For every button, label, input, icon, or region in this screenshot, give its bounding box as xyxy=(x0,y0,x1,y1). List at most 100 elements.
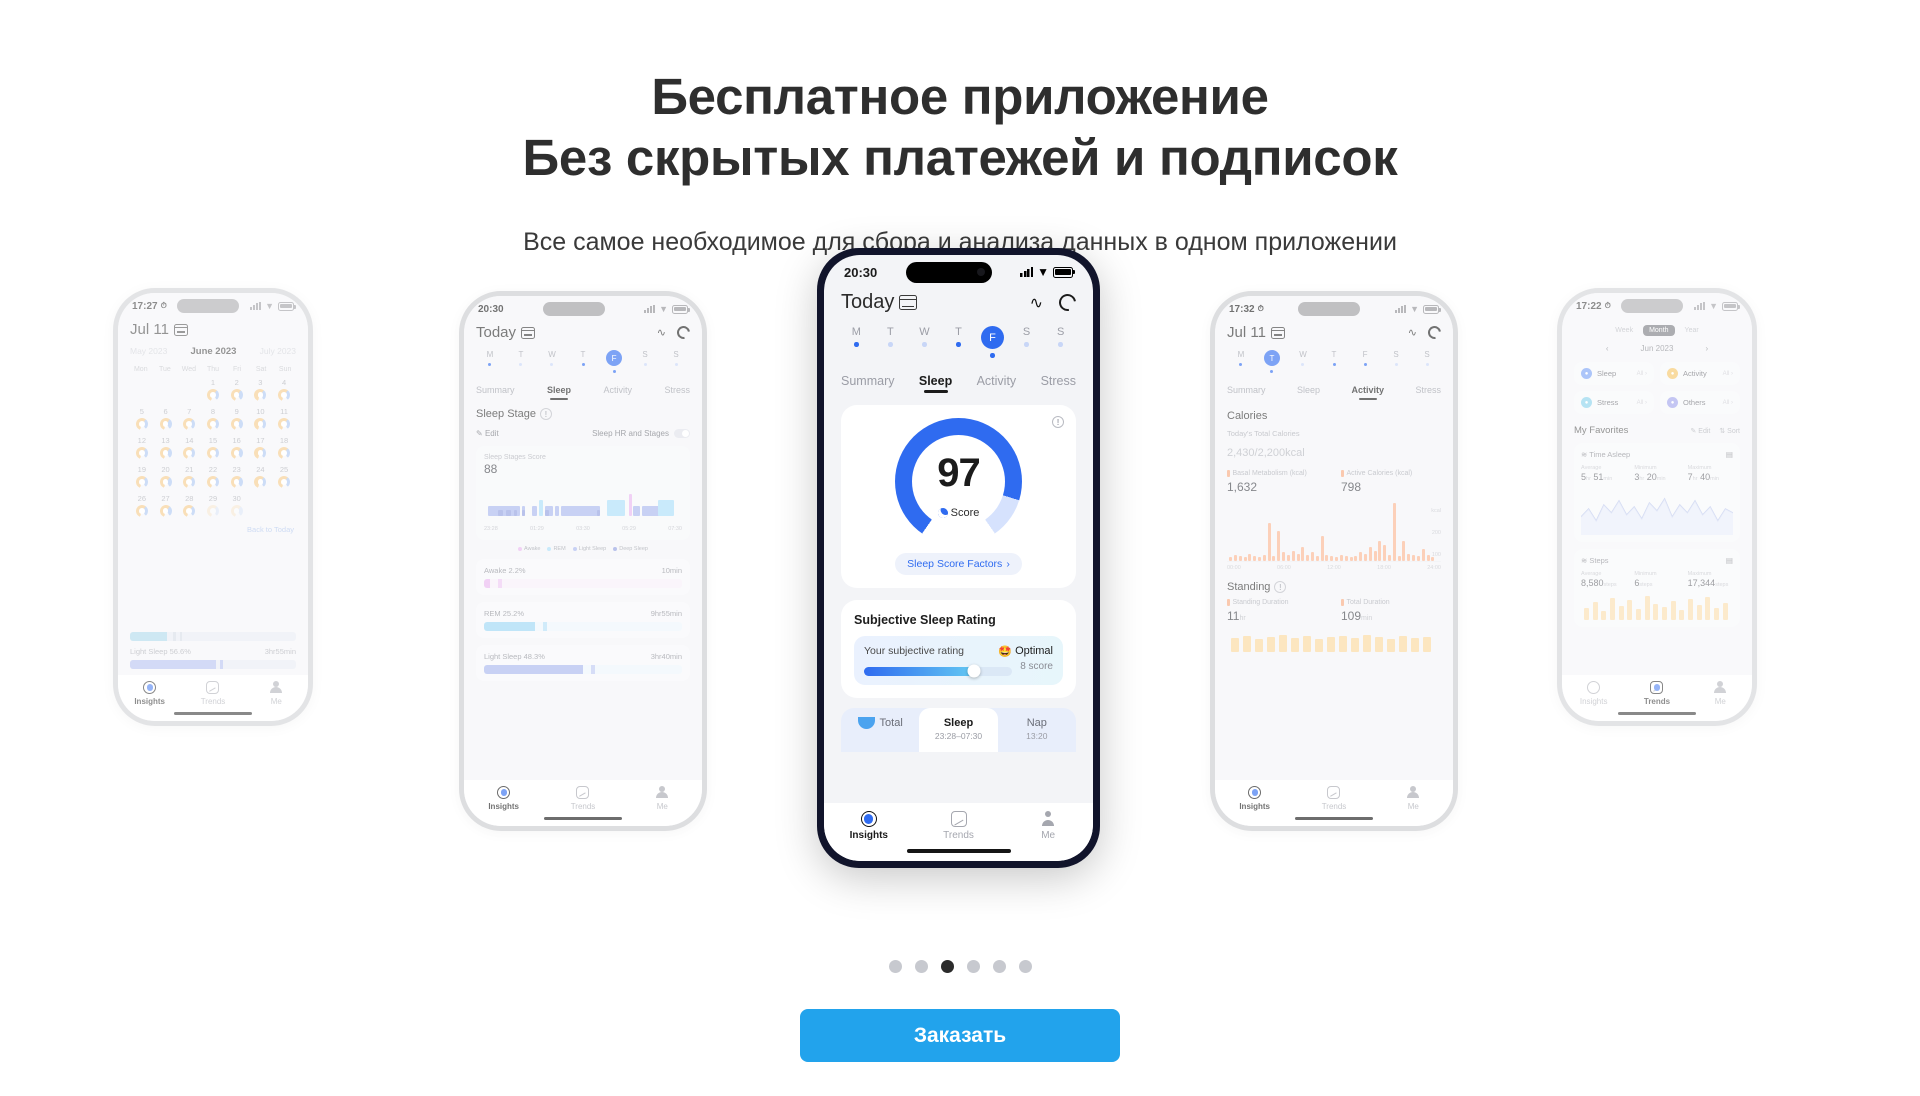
range-tab-month[interactable]: Month xyxy=(1643,325,1675,336)
weekday-4[interactable]: F xyxy=(1351,350,1379,373)
phone5-month-nav[interactable]: ‹ Jun 2023 › xyxy=(1574,344,1740,353)
calendar-day[interactable]: 10 xyxy=(249,407,273,430)
calendar-day[interactable]: 5 xyxy=(130,407,154,430)
calendar-day[interactable]: 6 xyxy=(154,407,178,430)
sync-icon[interactable] xyxy=(674,323,693,342)
calendar-day[interactable]: 28 xyxy=(177,494,201,517)
tab-activity[interactable]: Activity xyxy=(603,385,632,400)
category-others[interactable]: ● Others All › xyxy=(1660,391,1740,414)
calendar-day[interactable]: 18 xyxy=(272,436,296,459)
calendar-day[interactable]: 19 xyxy=(130,465,154,488)
phone-screenshot-4[interactable]: 17:32 ⏱ ▼ Jul 11 ∿ M T W T F S S Summary… xyxy=(1210,291,1458,831)
weekday-0[interactable]: M xyxy=(476,350,504,373)
weekday-3[interactable]: T xyxy=(569,350,597,373)
tab-stress[interactable]: Stress xyxy=(1415,385,1441,400)
carousel-dots[interactable] xyxy=(0,960,1920,973)
nav-item-insights[interactable]: Insights xyxy=(824,811,914,841)
weekday-1[interactable]: T xyxy=(875,326,906,358)
tab-sleep[interactable]: Sleep xyxy=(919,374,952,393)
weekday-1[interactable]: T xyxy=(507,350,535,373)
calendar-day[interactable]: 16 xyxy=(225,436,249,459)
calendar-day[interactable]: 4 xyxy=(272,378,296,401)
phone2-date-title[interactable]: Today xyxy=(476,324,536,341)
nav-item-insights[interactable]: Insights xyxy=(118,681,181,706)
weekday-4[interactable]: F xyxy=(600,350,628,373)
calendar-day[interactable]: 7 xyxy=(177,407,201,430)
weekday-0[interactable]: M xyxy=(841,326,872,358)
phone2-edit-row[interactable]: ✎ Edit Sleep HR and Stages xyxy=(476,429,690,438)
phone2-tabs[interactable]: Summary Sleep Activity Stress xyxy=(476,385,690,400)
calendar-day[interactable]: 21 xyxy=(177,465,201,488)
chevron-left-icon[interactable]: ‹ xyxy=(1606,344,1609,353)
nav-item-insights[interactable]: Insights xyxy=(464,786,543,811)
calendar-day[interactable]: 26 xyxy=(130,494,154,517)
favorite-card-chart-icon[interactable]: ▤ xyxy=(1726,556,1733,565)
calendar-icon[interactable] xyxy=(899,295,918,310)
chevron-right-icon[interactable]: › xyxy=(1705,344,1708,353)
phone3-week-strip[interactable]: MTWTFSS xyxy=(841,326,1076,358)
calendar-day[interactable]: 22 xyxy=(201,465,225,488)
phone4-tabs[interactable]: Summary Sleep Activity Stress xyxy=(1227,385,1441,400)
tab-stress[interactable]: Stress xyxy=(1041,374,1076,393)
calendar-day[interactable]: 11 xyxy=(272,407,296,430)
calendar-day[interactable]: 1 xyxy=(201,378,225,401)
calendar-day[interactable]: 25 xyxy=(272,465,296,488)
nav-item-me[interactable]: Me xyxy=(245,681,308,706)
phone1-date-title[interactable]: Jul 11 xyxy=(130,321,188,338)
pulse-icon[interactable]: ∿ xyxy=(1030,293,1043,313)
favorites-edit-button[interactable]: ✎ Edit xyxy=(1690,427,1710,435)
nav-item-trends[interactable]: Trends xyxy=(1294,786,1373,811)
calendar-day[interactable]: 20 xyxy=(154,465,178,488)
sleep-hr-toggle[interactable]: Sleep HR and Stages xyxy=(592,429,690,438)
sleep-session-tabs[interactable]: Total Sleep 23:28–07:30 Nap 13:20 xyxy=(841,707,1076,752)
carousel-dot-2[interactable] xyxy=(940,960,954,973)
calendar-day[interactable]: 17 xyxy=(249,436,273,459)
phone4-top-icons[interactable]: ∿ xyxy=(1408,323,1444,342)
carousel-dot-5[interactable] xyxy=(1018,960,1032,973)
weekday-0[interactable]: M xyxy=(1227,350,1255,373)
weekday-3[interactable]: T xyxy=(943,326,974,358)
nav-item-me[interactable]: Me xyxy=(1003,811,1093,841)
category-activity[interactable]: ● Activity All › xyxy=(1660,362,1740,385)
weekday-6[interactable]: S xyxy=(1413,350,1441,373)
tab-summary[interactable]: Summary xyxy=(841,374,894,393)
info-icon[interactable]: ! xyxy=(539,408,552,420)
sleep-score-factors-button[interactable]: Sleep Score Factors › xyxy=(895,552,1022,575)
nav-item-me[interactable]: Me xyxy=(623,786,702,811)
phone2-top-icons[interactable]: ∿ xyxy=(657,323,693,342)
calendar-day[interactable]: 9 xyxy=(225,407,249,430)
toggle-switch[interactable] xyxy=(674,429,690,438)
category-more[interactable]: All › xyxy=(1723,400,1733,406)
carousel-dot-0[interactable] xyxy=(888,960,902,973)
phone-carousel[interactable]: 17:27 ⏱ ▼ Jul 11 May 2023 June 2023 July… xyxy=(0,248,1920,930)
session-tab-total[interactable]: Total xyxy=(841,708,919,752)
carousel-dot-1[interactable] xyxy=(914,960,928,973)
phone3-tabs[interactable]: Summary Sleep Activity Stress xyxy=(841,374,1076,393)
tab-summary[interactable]: Summary xyxy=(1227,385,1266,400)
category-more[interactable]: All › xyxy=(1723,371,1733,377)
weekday-6[interactable]: S xyxy=(1045,326,1076,358)
nav-item-trends[interactable]: Trends xyxy=(1625,681,1688,706)
pulse-icon[interactable]: ∿ xyxy=(1408,326,1417,339)
calendar-icon[interactable] xyxy=(521,326,536,339)
phone4-week-strip[interactable]: MTWTFSS xyxy=(1227,350,1441,373)
calendar-day[interactable]: 23 xyxy=(225,465,249,488)
sync-icon[interactable] xyxy=(1425,323,1444,342)
favorite-card[interactable]: ≋ Steps ▤ Average 8,580steps Minimum 6steps Ma… xyxy=(1574,549,1740,627)
phone-screenshot-5[interactable]: 17:22 ⏱ ▼ Week Month Year ‹ Jun 2023 › ●… xyxy=(1557,288,1757,726)
calendar-icon[interactable] xyxy=(173,323,188,336)
phone-screenshot-1[interactable]: 17:27 ⏱ ▼ Jul 11 May 2023 June 2023 July… xyxy=(113,288,313,726)
favorite-card[interactable]: ≋ Time Asleep ▤ Average 5hr 51min Minimum 3hr… xyxy=(1574,443,1740,542)
subjective-rating-slider-wrap[interactable]: 8 score xyxy=(864,658,1053,678)
phone-screenshot-3-active[interactable]: 20:30 ▼ Today ∿ M T W T F S S Summary Sl… xyxy=(817,248,1100,868)
nav-item-trends[interactable]: Trends xyxy=(543,786,622,811)
favorite-card-chart-icon[interactable]: ▤ xyxy=(1726,450,1733,459)
phone1-next-month[interactable]: July 2023 xyxy=(260,346,296,356)
calendar-day[interactable]: 27 xyxy=(154,494,178,517)
carousel-dot-3[interactable] xyxy=(966,960,980,973)
tab-sleep[interactable]: Sleep xyxy=(1297,385,1320,400)
info-icon[interactable]: ! xyxy=(1052,415,1064,428)
favorites-sort-button[interactable]: ⇅ Sort xyxy=(1719,427,1740,435)
tab-activity[interactable]: Activity xyxy=(1351,385,1384,400)
phone1-calendar-grid[interactable]: 1 2 3 4 5 6 7 8 9 10 11 12 13 14 15 16 17 18 19 20 21 22 23 24 2… xyxy=(130,378,296,523)
